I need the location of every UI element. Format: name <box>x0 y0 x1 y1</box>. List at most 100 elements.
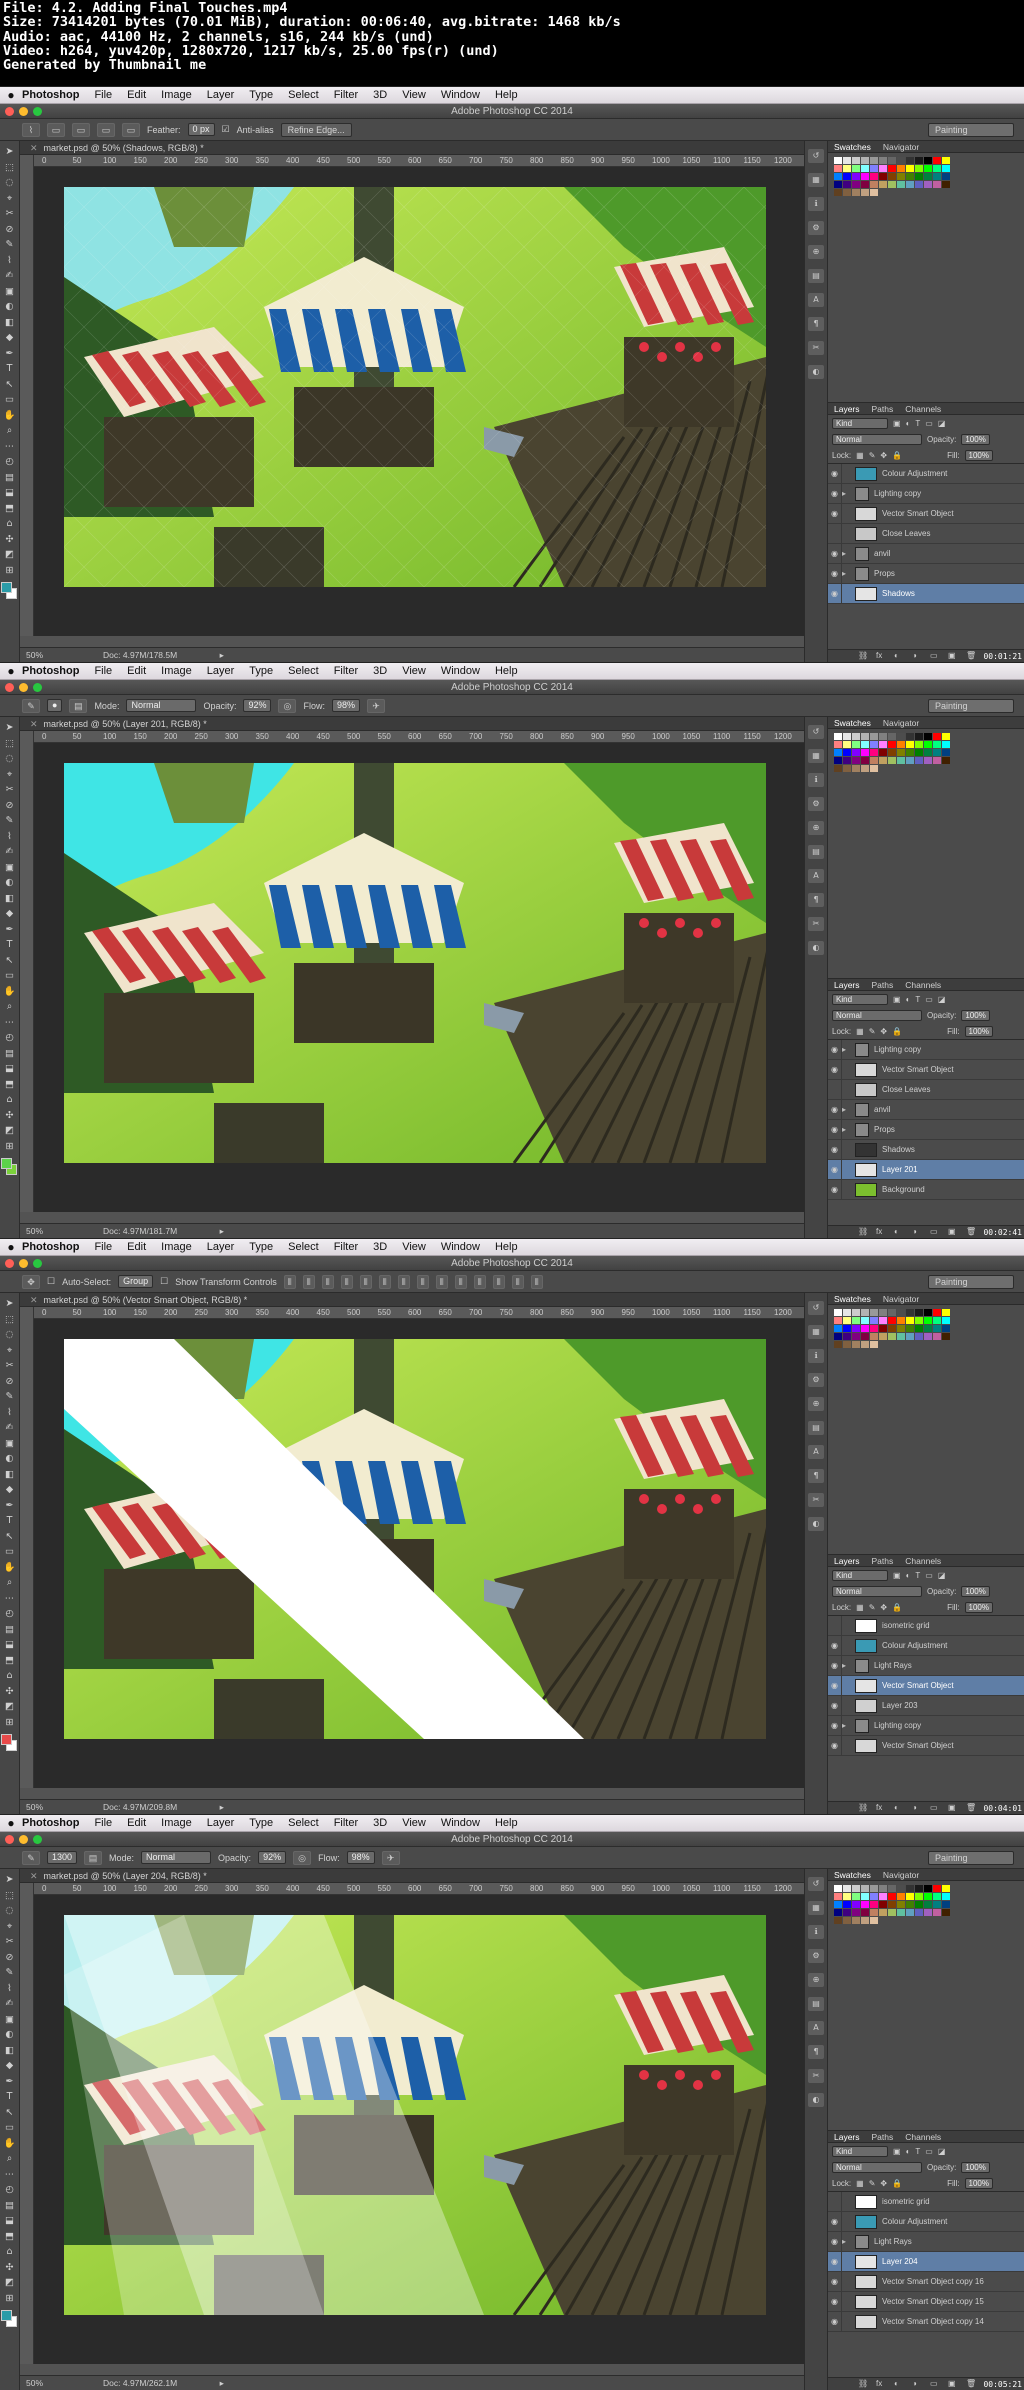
zoom-window-button[interactable] <box>33 1835 42 1844</box>
zoom-window-button[interactable] <box>33 107 42 116</box>
color-swatch[interactable] <box>942 757 950 764</box>
tool-icon[interactable]: ⬓ <box>0 1638 20 1653</box>
status-menu-arrow-icon[interactable]: ▸ <box>217 650 224 660</box>
color-swatch[interactable] <box>852 1917 860 1924</box>
menu-item-view[interactable]: View <box>402 89 426 101</box>
lock-icon[interactable]: ▦ <box>856 2179 864 2188</box>
layer-fill-input[interactable]: 100% <box>964 2177 993 2189</box>
layer-row[interactable]: ◉ Vector Smart Object copy 15 <box>828 2292 1024 2312</box>
layers-footer-icon[interactable]: fx <box>876 2379 882 2388</box>
zoom-level[interactable]: 50% <box>26 2378 43 2388</box>
color-swatch[interactable] <box>906 157 914 164</box>
tool-icon[interactable]: ✒ <box>0 923 20 938</box>
layer-row[interactable]: ◉ ▸ Lighting copy <box>828 1040 1024 1060</box>
color-swatch[interactable] <box>870 765 878 772</box>
color-swatch[interactable] <box>861 765 869 772</box>
tab-channels[interactable]: Channels <box>905 979 941 990</box>
menu-item-select[interactable]: Select <box>288 1817 319 1829</box>
color-swatch[interactable] <box>933 1901 941 1908</box>
align-distribute-icon[interactable]: ⫴ <box>473 1274 486 1289</box>
color-swatch[interactable] <box>834 1893 842 1900</box>
color-swatch[interactable] <box>861 1917 869 1924</box>
visibility-eye-icon[interactable]: ◉ <box>828 1100 842 1119</box>
mode-dropdown[interactable]: Normal <box>126 699 197 712</box>
layer-row[interactable]: ◉ Colour Adjustment <box>828 464 1024 484</box>
selection-mode-button[interactable]: ▭ <box>122 122 140 137</box>
color-swatch[interactable] <box>888 165 896 172</box>
tool-icon[interactable]: ⌇ <box>0 1982 20 1997</box>
color-swatch[interactable] <box>834 1885 842 1892</box>
layer-filter-icon[interactable]: ▭ <box>925 1571 933 1580</box>
close-window-button[interactable] <box>5 107 14 116</box>
color-swatch[interactable] <box>870 181 878 188</box>
color-swatch[interactable] <box>942 1317 950 1324</box>
color-swatch[interactable] <box>924 1885 932 1892</box>
layers-footer-icon[interactable]: ◑ <box>912 1227 917 1236</box>
color-swatch[interactable] <box>942 1325 950 1332</box>
menu-item-3d[interactable]: 3D <box>373 89 387 101</box>
layer-filter-icon[interactable]: ▣ <box>893 1571 901 1580</box>
color-swatch[interactable] <box>933 741 941 748</box>
menu-item-help[interactable]: Help <box>495 665 518 677</box>
tool-icon[interactable]: ◆ <box>0 1483 20 1498</box>
align-distribute-icon[interactable]: ⫴ <box>454 1274 467 1289</box>
color-swatch[interactable] <box>915 757 923 764</box>
lock-icon[interactable]: ✥ <box>880 451 887 460</box>
layers-footer-icon[interactable]: ◑ <box>912 651 917 660</box>
color-swatch[interactable] <box>888 1325 896 1332</box>
close-window-button[interactable] <box>5 683 14 692</box>
layers-footer-icon[interactable]: 🗑 <box>966 2379 976 2388</box>
artwork-image[interactable] <box>64 763 766 1163</box>
align-distribute-icon[interactable]: ⫴ <box>530 1274 543 1289</box>
menu-item-filter[interactable]: Filter <box>334 665 358 677</box>
status-menu-arrow-icon[interactable]: ▸ <box>217 1226 224 1236</box>
color-swatch[interactable] <box>897 1325 905 1332</box>
menu-item-edit[interactable]: Edit <box>127 665 146 677</box>
menu-item-file[interactable]: File <box>94 665 112 677</box>
color-swatch[interactable] <box>879 1909 887 1916</box>
color-swatch[interactable] <box>933 165 941 172</box>
color-swatch[interactable] <box>879 1309 887 1316</box>
color-swatch[interactable] <box>870 1885 878 1892</box>
tool-icon[interactable]: ⌕ <box>0 424 20 439</box>
tool-icon[interactable]: ▭ <box>0 2121 20 2136</box>
color-swatch[interactable] <box>834 757 842 764</box>
apple-menu-icon[interactable]: ● <box>0 1816 22 1830</box>
tab-channels[interactable]: Channels <box>905 2131 941 2142</box>
mode-dropdown[interactable]: Normal <box>141 1851 212 1864</box>
tool-icon[interactable]: ◩ <box>0 1700 20 1715</box>
tool-icon[interactable]: ✎ <box>0 238 20 253</box>
layer-row[interactable]: ◉ Vector Smart Object <box>828 504 1024 524</box>
align-distribute-icon[interactable]: ⫴ <box>340 1274 353 1289</box>
apple-menu-icon[interactable]: ● <box>0 664 22 678</box>
color-swatch[interactable] <box>897 157 905 164</box>
tool-icon[interactable]: ✍ <box>0 1997 20 2012</box>
tool-icon[interactable]: ⊘ <box>0 1375 20 1390</box>
tool-icon[interactable]: ⬚ <box>0 1889 20 1904</box>
menu-item-select[interactable]: Select <box>288 1241 319 1253</box>
color-swatch[interactable] <box>906 757 914 764</box>
lock-icon[interactable]: 🔒 <box>892 1603 902 1612</box>
tool-icon[interactable]: ◴ <box>0 2183 20 2198</box>
color-swatch[interactable] <box>906 1885 914 1892</box>
tool-icon[interactable]: ↖ <box>0 1530 20 1545</box>
color-swatch[interactable] <box>879 1317 887 1324</box>
layer-fill-input[interactable]: 100% <box>964 1025 993 1037</box>
foreground-color-swatch[interactable] <box>1 1734 12 1745</box>
color-swatches[interactable] <box>1 582 18 600</box>
workspace-dropdown[interactable]: Painting <box>928 1851 1014 1865</box>
menu-item-file[interactable]: File <box>94 89 112 101</box>
color-swatch[interactable] <box>870 173 878 180</box>
tool-icon[interactable]: ⌕ <box>0 1000 20 1015</box>
color-swatch[interactable] <box>924 733 932 740</box>
color-swatch[interactable] <box>915 181 923 188</box>
color-swatch[interactable] <box>897 1885 905 1892</box>
panel-shortcut-icon[interactable]: ⊕ <box>808 1973 824 1987</box>
layer-filter-icon[interactable]: ◐ <box>906 1571 911 1580</box>
tool-icon[interactable]: ✋ <box>0 409 20 424</box>
workspace-dropdown[interactable]: Painting <box>928 699 1014 713</box>
tool-icon[interactable]: ⊞ <box>0 1140 20 1155</box>
menu-item-help[interactable]: Help <box>495 1241 518 1253</box>
color-swatch[interactable] <box>897 173 905 180</box>
visibility-eye-icon[interactable]: ◉ <box>828 1696 842 1715</box>
